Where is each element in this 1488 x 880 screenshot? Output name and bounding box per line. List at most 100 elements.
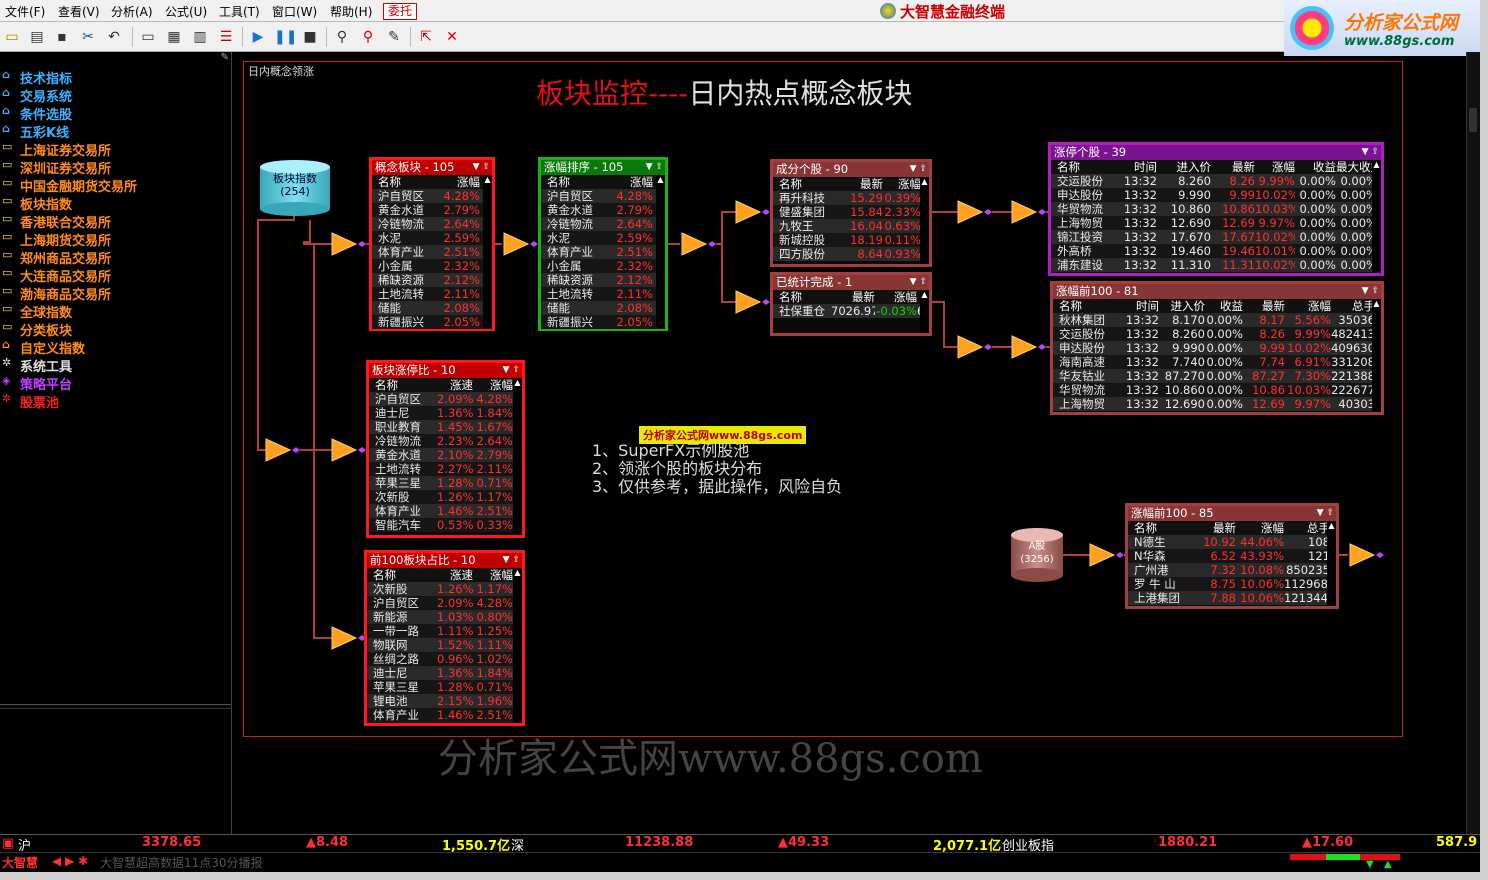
panel-header[interactable]: 涨停个股 - 39 ▼ ⇧	[1051, 145, 1381, 160]
table-row[interactable]: N华森 6.52 43.93% 121	[1128, 549, 1336, 563]
prev-next-icon[interactable]: ◀ ▶ ✱	[52, 854, 88, 868]
panel-scrollbar[interactable]: ▲	[1327, 521, 1336, 606]
table-row[interactable]: 锦江投资 13:32 17.670 17.67 10.02% 0.00% 0.00%	[1051, 230, 1381, 244]
panel-menu-icon[interactable]: ▼ ⇧	[646, 160, 663, 174]
table-row[interactable]: 社保重仓7026.97-0.03%63	[773, 304, 929, 318]
close-icon[interactable]: ✕	[442, 27, 462, 47]
filter-node-icon[interactable]	[735, 200, 762, 224]
table-row[interactable]: 稀缺资源 2.12%	[541, 273, 665, 287]
table-row[interactable]: 四方股份 8.64 0.93%	[773, 247, 929, 261]
table-row[interactable]: 九牧王 16.04 0.63%	[773, 219, 929, 233]
column-header[interactable]: 最新	[1243, 299, 1285, 313]
table-row[interactable]: 迪士尼 1.36% 1.84%	[369, 406, 522, 420]
column-header[interactable]: 涨速	[437, 568, 473, 582]
table-row[interactable]: 冷链物流 2.23% 2.64%	[369, 434, 522, 448]
sidebar-item[interactable]: ◈ 策略平台	[2, 374, 72, 393]
table-row[interactable]: 新能源 1.03% 0.80%	[367, 610, 522, 624]
panel-scrollbar[interactable]: ▲	[483, 175, 492, 328]
table-row[interactable]: 智能汽车 0.53% 0.33%	[369, 518, 522, 532]
filter-node-icon[interactable]	[265, 438, 292, 462]
column-header[interactable]: 时间	[1107, 160, 1157, 174]
column-header[interactable]: 名称	[779, 290, 831, 304]
menu-file[interactable]: 文件(F)	[5, 3, 45, 20]
tools-icon[interactable]: ✂	[78, 27, 98, 47]
table-row[interactable]: 黄金水道 2.79%	[541, 203, 665, 217]
panel-menu-icon[interactable]: ▼ ⇧	[910, 275, 927, 289]
panel-p1[interactable]: 概念板块 - 105 ▼ ⇧ 名称 涨幅 沪自贸区 4.28% 黄金水道 2.79% 冷链物流 2…	[369, 157, 495, 331]
panel-header[interactable]: 涨幅前100 - 85 ▼ ⇧	[1128, 506, 1336, 521]
table-row[interactable]: 土地流转 2.27% 2.11%	[369, 462, 522, 476]
sidebar-item[interactable]: ⌂ 技术指标	[2, 68, 72, 87]
column-header[interactable]: 总手	[1284, 521, 1330, 535]
table-row[interactable]: 秋林集团 13:32 8.170 0.00% 8.17 5.56% 35036	[1053, 313, 1381, 327]
panel-scrollbar[interactable]: ▲	[656, 175, 665, 328]
filter-node-icon[interactable]	[331, 232, 358, 256]
column-header[interactable]: 涨幅	[615, 175, 653, 189]
panel-menu-icon[interactable]: ▼ ⇧	[503, 363, 520, 377]
news-ticker[interactable]: 大智慧超高数据11点30分播报	[100, 854, 263, 871]
stop-icon[interactable]: ■	[300, 27, 320, 47]
menu-window[interactable]: 窗口(W)	[272, 3, 317, 20]
filter-node-icon[interactable]	[1011, 335, 1038, 359]
layout-icon[interactable]: ▦	[164, 27, 184, 47]
filter-node-icon[interactable]	[957, 335, 984, 359]
table-row[interactable]: N德生 10.92 44.06% 108	[1128, 535, 1336, 549]
column-header[interactable]: 名称	[1057, 160, 1107, 174]
table-row[interactable]: 罗 牛 山 8.75 10.06%1129689	[1128, 577, 1336, 591]
table-row[interactable]: 健盛集团 15.84 2.33%	[773, 205, 929, 219]
table-row[interactable]: 迪士尼 1.36% 1.84%	[367, 666, 522, 680]
column-header[interactable]: 总手	[1331, 299, 1375, 313]
undo-icon[interactable]: ↶	[104, 27, 124, 47]
table-row[interactable]: 交运股份 13:32 8.260 0.00% 8.26 9.99% 482413	[1053, 327, 1381, 341]
table-row[interactable]: 外高桥 13:32 19.460 19.46 10.01% 0.00% 0.00%	[1051, 244, 1381, 258]
table-row[interactable]: 苹果三星 1.28% 0.71%	[367, 680, 522, 694]
table-row[interactable]: 土地流转 2.11%	[541, 287, 665, 301]
filter-node-icon[interactable]	[1089, 543, 1116, 567]
column-header[interactable]: 涨幅	[473, 568, 513, 582]
save-icon[interactable]: ▪	[52, 27, 72, 47]
table-row[interactable]: 浦东建设 13:32 11.310 11.31 10.02% 0.00% 0.00%	[1051, 258, 1381, 272]
table-row[interactable]: 上海物贸 13:32 12.690 12.69 9.97% 0.00% 0.00%	[1051, 216, 1381, 230]
column-header[interactable]: 名称	[1059, 299, 1111, 313]
menu-help[interactable]: 帮助(H)	[330, 3, 372, 20]
sidebar-item[interactable]: ✲ 股票池	[2, 392, 59, 411]
search-icon[interactable]: ⚲	[332, 27, 352, 47]
sidebar-item[interactable]: ⌂ 条件选股	[2, 104, 72, 123]
column-header[interactable]: 收益	[1295, 160, 1336, 174]
panel-header[interactable]: 涨幅排序 - 105 ▼ ⇧	[541, 160, 665, 175]
table-row[interactable]: 广州港 7.32 10.08% 850235	[1128, 563, 1336, 577]
column-header[interactable]: 名称	[779, 177, 843, 191]
table-row[interactable]: 体育产业 1.46% 2.51%	[367, 708, 522, 722]
panel-scrollbar[interactable]: ▲	[513, 378, 522, 535]
filter-node-icon[interactable]	[331, 626, 358, 650]
a-share-cylinder[interactable]: A股 (3256)	[1011, 528, 1063, 582]
panel-header[interactable]: 板块涨停比 - 10 ▼ ⇧	[369, 363, 522, 378]
panel-header[interactable]: 已统计完成 - 1 ▼ ⇧	[773, 275, 929, 290]
column-header[interactable]: 涨幅	[1255, 160, 1295, 174]
column-header[interactable]: 涨幅	[875, 290, 917, 304]
table-row[interactable]: 苹果三星 1.28% 0.71%	[369, 476, 522, 490]
column-header[interactable]: 涨幅	[473, 378, 513, 392]
table-row[interactable]: 冷链物流 2.64%	[372, 217, 492, 231]
column-header[interactable]: 进入价	[1159, 299, 1206, 313]
column-header[interactable]: 收益	[1205, 299, 1243, 313]
column-header[interactable]: 涨幅	[1285, 299, 1331, 313]
column-header[interactable]: 名称	[373, 568, 437, 582]
table-row[interactable]: 上海物贸 13:32 12.690 0.00% 12.69 9.97% 40303	[1053, 397, 1381, 411]
column-header[interactable]: 涨幅	[883, 177, 921, 191]
panel-scrollbar[interactable]: ▲	[1372, 160, 1381, 273]
panel-p6[interactable]: 已统计完成 - 1▼ ⇧名称最新涨幅社保重仓7026.97-0.03%63▲	[770, 272, 932, 336]
sidebar-item[interactable]: ▭ 香港联合交易所	[2, 212, 111, 231]
panel-scrollbar[interactable]: ▲	[920, 290, 929, 333]
table-row[interactable]: 次新股 1.26% 1.17%	[369, 490, 522, 504]
bottom-brand[interactable]: 大智慧	[2, 854, 38, 871]
menu-entrust[interactable]: 委托	[383, 3, 418, 20]
column-header[interactable]: 涨幅	[1236, 521, 1284, 535]
panel-header[interactable]: 涨幅前100 - 81 ▼ ⇧	[1053, 284, 1381, 299]
filter-node-icon[interactable]	[1011, 200, 1038, 224]
panel-p8[interactable]: 涨幅前100 - 81 ▼ ⇧ 名称 时间 进入价 收益 最新 涨幅 总手 秋林集团 13:32 8.…	[1050, 281, 1384, 415]
column-header[interactable]: 名称	[375, 378, 437, 392]
table-row[interactable]: 一带一路 1.11% 1.25%	[367, 624, 522, 638]
table-row[interactable]: 申达股份 13:32 9.990 0.00% 9.99 10.02% 409630	[1053, 341, 1381, 355]
play-icon[interactable]: ▶	[248, 27, 268, 47]
